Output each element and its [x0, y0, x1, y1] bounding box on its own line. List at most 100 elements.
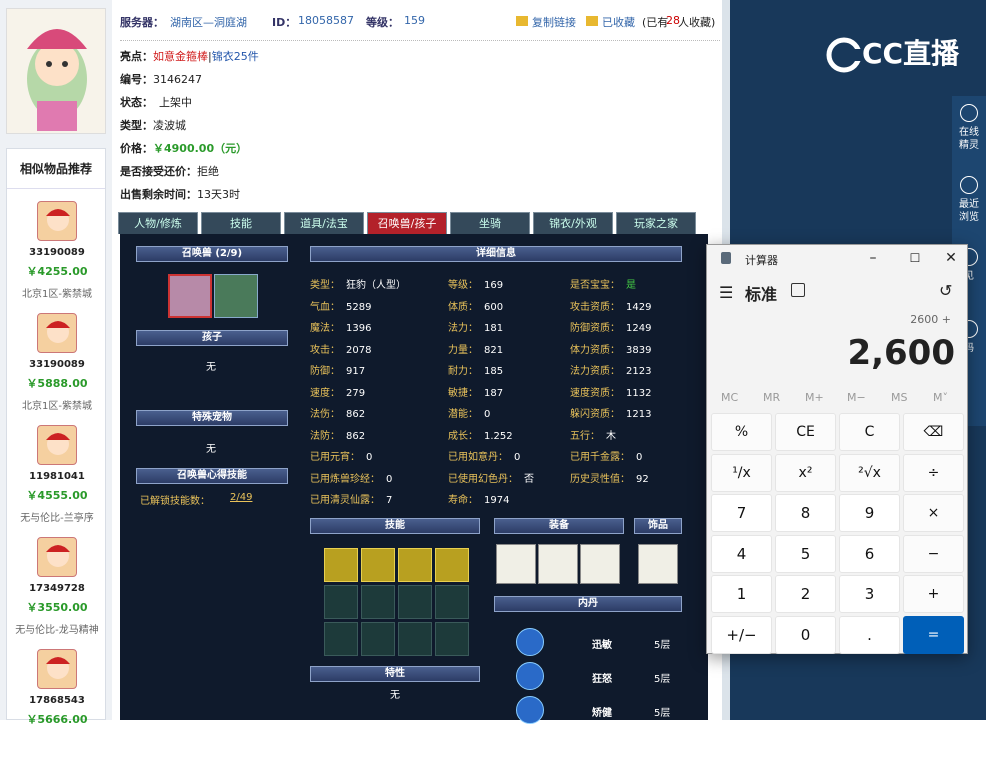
tab-3[interactable]: 召唤兽/孩子 — [367, 212, 447, 234]
tab-5[interactable]: 锦衣/外观 — [533, 212, 613, 234]
item-thumbnail[interactable] — [37, 313, 77, 353]
calc-key-23[interactable]: = — [903, 615, 964, 654]
skill-slot — [324, 622, 358, 656]
tab-1[interactable]: 技能 — [201, 212, 281, 234]
stat-8: 防御资质： 1249 — [570, 323, 652, 334]
calc-key-5[interactable]: x² — [775, 453, 836, 492]
tab-4[interactable]: 坐骑 — [450, 212, 530, 234]
calc-key-10[interactable]: 9 — [839, 494, 900, 532]
calc-key-11[interactable]: × — [903, 494, 964, 532]
similar-item[interactable]: 17868543 ￥5666.00 — [7, 649, 107, 761]
skill-slot — [435, 585, 469, 619]
calc-key-15[interactable]: − — [903, 534, 964, 573]
display-value: 2,600 — [847, 333, 955, 373]
skill-slot — [398, 622, 432, 656]
number-value: 3146247 — [153, 73, 202, 86]
item-thumbnail[interactable] — [37, 537, 77, 577]
item-id: 33190089 — [29, 247, 85, 258]
equipment-slot[interactable] — [580, 544, 620, 584]
calc-key-3[interactable]: ⌫ — [903, 413, 964, 451]
memory-M˅[interactable]: M˅ — [933, 391, 948, 404]
equipment-slot[interactable] — [496, 544, 536, 584]
fav-suffix: 人收藏) — [678, 16, 716, 29]
copy-link-button[interactable]: 复制链接 — [532, 14, 576, 30]
highlight-item[interactable]: 如意金箍棒 — [153, 50, 208, 63]
price-row: 价格：￥4900.00（元） — [120, 140, 247, 156]
calc-key-6[interactable]: ²√x — [839, 453, 900, 492]
minimize-button[interactable]: – — [859, 247, 887, 271]
stat-15: 速度： 279 — [310, 387, 366, 399]
tab-6[interactable]: 玩家之家 — [616, 212, 696, 234]
calc-key-19[interactable]: + — [903, 575, 964, 613]
skill-slot[interactable] — [435, 548, 469, 582]
item-price: ￥3550.00 — [26, 601, 88, 614]
calc-key-16[interactable]: 1 — [711, 575, 772, 613]
maximize-button[interactable]: ☐ — [901, 247, 929, 271]
similar-item[interactable]: 33190089 ￥5888.00 北京1区-紫禁城 — [7, 313, 107, 425]
memory-MS[interactable]: MS — [891, 391, 907, 404]
calc-key-21[interactable]: 0 — [775, 615, 836, 654]
stat-0: 类型： 狂豹（人型） — [310, 280, 406, 291]
history-icon[interactable]: ↺ — [939, 281, 952, 300]
skill-slot[interactable] — [398, 548, 432, 582]
level-label: 等级： — [366, 16, 399, 29]
bargain-row: 是否接受还价：拒绝 — [120, 163, 219, 179]
stat-20: 躲闪资质： 1213 — [570, 409, 652, 420]
skill-slot[interactable] — [324, 548, 358, 582]
keep-on-top-icon[interactable] — [791, 283, 805, 297]
tab-0[interactable]: 人物/修炼 — [118, 212, 198, 234]
calc-key-1[interactable]: CE — [775, 413, 836, 451]
item-thumbnail[interactable] — [37, 425, 77, 465]
calc-key-0[interactable]: % — [711, 413, 772, 451]
calc-key-13[interactable]: 5 — [775, 534, 836, 573]
item-thumbnail[interactable] — [37, 649, 77, 689]
memory-M+[interactable]: M+ — [805, 391, 824, 404]
item-thumbnail[interactable] — [37, 201, 77, 241]
calc-key-14[interactable]: 6 — [839, 534, 900, 573]
calc-key-9[interactable]: 8 — [775, 494, 836, 532]
calc-key-7[interactable]: ÷ — [903, 453, 964, 492]
hamburger-menu-icon[interactable]: ☰ — [719, 283, 733, 302]
calc-key-22[interactable]: . — [839, 615, 900, 654]
similar-item[interactable]: 17349728 ￥3550.00 无与伦比-龙马精神 — [7, 537, 107, 649]
skill-slot[interactable] — [361, 548, 395, 582]
sidebar-item-1[interactable]: 最近浏览 — [952, 176, 986, 224]
tab-2[interactable]: 道具/法宝 — [284, 212, 364, 234]
memory-M−[interactable]: M− — [847, 391, 866, 404]
neidan-icon[interactable] — [516, 628, 544, 656]
calculator-title: 计算器 — [745, 254, 778, 267]
calc-key-12[interactable]: 4 — [711, 534, 772, 573]
neidan-level: 5层 — [654, 674, 671, 685]
unlocked-skills-value[interactable]: 2/49 — [230, 492, 252, 503]
highlight-outfit[interactable]: 锦衣25件 — [212, 50, 259, 63]
detail-tabs: 人物/修炼 技能 道具/法宝 召唤兽/孩子 坐骑 锦衣/外观 玩家之家 — [118, 212, 718, 236]
close-button[interactable]: ✕ — [937, 247, 965, 271]
calc-key-18[interactable]: 3 — [839, 575, 900, 613]
memory-MC[interactable]: MC — [721, 391, 738, 404]
stat-25: 已用如意丹： 0 — [448, 452, 521, 463]
status-row: 状态： 上架中 — [120, 94, 192, 110]
favorited-button[interactable]: 已收藏 — [602, 14, 635, 30]
stat-13: 耐力： 185 — [448, 366, 504, 377]
pet-thumbnail-2[interactable] — [214, 274, 258, 318]
sidebar-item-0[interactable]: 在线精灵 — [952, 104, 986, 152]
level-value: 159 — [404, 14, 425, 27]
neidan-level: 5层 — [654, 640, 671, 651]
item-id: 17349728 — [29, 583, 85, 594]
status-label: 状态： — [120, 96, 153, 109]
calc-key-4[interactable]: ¹/x — [711, 453, 772, 492]
calc-key-20[interactable]: +/− — [711, 615, 772, 654]
stat-21: 法防： 862 — [310, 430, 366, 442]
similar-item[interactable]: 33190089 ￥4255.00 北京1区-紫禁城 — [7, 201, 107, 313]
divider — [120, 40, 720, 41]
equipment-slot[interactable] — [538, 544, 578, 584]
similar-item[interactable]: 11981041 ￥4555.00 无与伦比-兰亭序 — [7, 425, 107, 537]
calc-key-2[interactable]: C — [839, 413, 900, 451]
decoration-slot[interactable] — [638, 544, 678, 584]
calc-key-8[interactable]: 7 — [711, 494, 772, 532]
memory-MR[interactable]: MR — [763, 391, 780, 404]
neidan-title: 内丹 — [494, 596, 682, 612]
calc-key-17[interactable]: 2 — [775, 575, 836, 613]
neidan-icon[interactable] — [516, 662, 544, 690]
pet-thumbnail-1[interactable] — [168, 274, 212, 318]
